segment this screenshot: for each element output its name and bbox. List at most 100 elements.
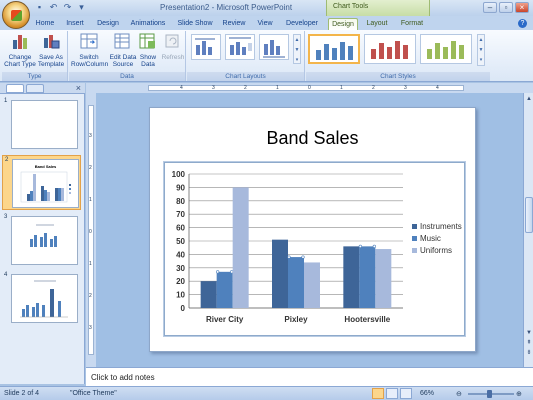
switch-row-column-button[interactable]: Switch Row/Column	[71, 32, 108, 68]
zoom-in-icon[interactable]: ⊕	[516, 390, 522, 398]
group-label-data: Data	[69, 72, 185, 81]
selection-handle	[358, 244, 362, 248]
chart-layout-3[interactable]	[259, 34, 289, 60]
next-slide-icon[interactable]: ⇟	[525, 349, 533, 357]
ruler-label: 1	[89, 197, 92, 203]
slide-thumbnail-4[interactable]: 4	[2, 271, 81, 326]
slide-show-button[interactable]	[400, 388, 412, 399]
chart-layouts-scroll[interactable]: ▲ ▼ ▾	[293, 34, 301, 64]
slides-tab[interactable]	[6, 84, 24, 93]
tab-design[interactable]: Design	[94, 18, 122, 30]
bar-music	[359, 246, 376, 308]
tab-chart-layout[interactable]: Layout	[364, 18, 390, 30]
ruler-label: 3	[404, 85, 407, 91]
chart-layout-2-icon	[229, 37, 252, 55]
scroll-up-icon[interactable]: ▲	[525, 95, 533, 103]
ruler-label: 3	[212, 85, 215, 91]
office-button[interactable]	[2, 1, 30, 29]
ribbon-group-chart-layouts: ▲ ▼ ▾ Chart Layouts	[187, 31, 305, 81]
maximize-button[interactable]: ▫	[499, 2, 513, 13]
ruler-label: 2	[372, 85, 375, 91]
slide-title[interactable]: Band Sales	[150, 128, 475, 149]
bar-music	[216, 271, 233, 308]
ribbon: Change Chart Type Save As Template Type …	[0, 30, 533, 82]
tab-view[interactable]: View	[254, 18, 276, 30]
tab-insert[interactable]: Insert	[62, 18, 88, 30]
ruler-label: 2	[89, 293, 92, 299]
bar-chart: 0 10 20 30 40 50 60 70 80 90 100 River City Pixley Ho…	[172, 170, 462, 324]
tab-developer[interactable]: Developer	[284, 18, 320, 30]
slide-preview	[11, 100, 78, 149]
change-chart-type-label-2: Chart Type	[4, 61, 36, 68]
outline-tab[interactable]	[26, 84, 44, 93]
ribbon-tab-bar: Home Insert Design Animations Slide Show…	[0, 16, 533, 30]
y-tick-label: 60	[176, 224, 185, 233]
tab-review[interactable]: Review	[220, 18, 248, 30]
edit-data-source-icon	[114, 33, 130, 49]
ruler-label: 3	[89, 325, 92, 331]
chart-layout-2[interactable]	[225, 34, 255, 60]
close-button[interactable]: ×	[515, 2, 529, 13]
ruler-label: 4	[436, 85, 439, 91]
legend-swatch	[412, 248, 417, 253]
refresh-data-button[interactable]: Refresh	[161, 32, 185, 61]
bar-instruments	[343, 246, 360, 308]
scrollbar-thumb[interactable]	[525, 197, 533, 233]
chart-style-blue[interactable]	[308, 34, 360, 64]
y-tick-label: 100	[172, 170, 186, 179]
tab-chart-format[interactable]: Format	[398, 18, 426, 30]
show-data-label-1: Show	[139, 54, 157, 61]
horizontal-ruler: 4 3 2 1 0 1 2 3 4	[86, 83, 533, 93]
y-tick-label: 80	[176, 197, 185, 206]
ruler-label: 0	[89, 229, 92, 235]
zoom-out-icon[interactable]: ⊖	[456, 390, 462, 398]
slide-preview	[11, 216, 78, 265]
tab-chart-design[interactable]: Design	[328, 18, 358, 30]
save-icon[interactable]: ▪	[34, 2, 45, 13]
chart-object[interactable]: 0 10 20 30 40 50 60 70 80 90 100 River City Pixley Ho…	[163, 161, 466, 337]
tab-slide-show[interactable]: Slide Show	[176, 18, 214, 30]
chart-layout-1[interactable]	[191, 34, 221, 60]
chart-style-green-icon	[427, 41, 464, 59]
bar-instruments	[272, 239, 288, 308]
slide-thumbnail-3[interactable]: 3	[2, 213, 81, 268]
save-template-label-2: Template	[37, 61, 65, 68]
bar-music	[288, 257, 304, 308]
scroll-down-icon[interactable]: ▼	[525, 329, 533, 337]
selection-handle	[301, 255, 305, 259]
tab-animations[interactable]: Animations	[128, 18, 168, 30]
edit-data-source-label-2: Source	[112, 61, 134, 68]
redo-icon[interactable]: ↷	[62, 2, 73, 13]
x-category-label: River City	[206, 315, 244, 324]
customize-toolbar-icon[interactable]: ▾	[76, 2, 87, 13]
previous-slide-icon[interactable]: ⇞	[525, 339, 533, 347]
undo-icon[interactable]: ↶	[48, 2, 59, 13]
zoom-level[interactable]: 66%	[420, 390, 434, 397]
slide-thumbnail-2[interactable]: 2 Band Sales	[2, 155, 81, 210]
slide-canvas[interactable]: Band Sales 0 10 20 30 40 50 60 70 80 90 100 River C…	[149, 107, 476, 352]
change-chart-type-label-1: Change	[8, 54, 32, 61]
chart-styles-scroll[interactable]: ▲ ▼ ▾	[477, 34, 485, 66]
change-chart-type-button[interactable]: Change Chart Type	[4, 32, 36, 68]
show-data-button[interactable]: Show Data	[137, 32, 159, 68]
vertical-scrollbar[interactable]: ▲ ▼ ⇞ ⇟	[523, 93, 533, 367]
close-pane-icon[interactable]: ×	[76, 83, 81, 93]
tab-home[interactable]: Home	[32, 18, 58, 30]
pane-tabs: ×	[0, 83, 85, 94]
save-as-template-button[interactable]: Save As Template	[36, 32, 66, 68]
chart-style-red[interactable]	[364, 34, 416, 64]
chart-style-red-icon	[371, 41, 408, 59]
edit-data-source-button[interactable]: Edit Data Source	[109, 32, 137, 68]
minimize-button[interactable]: –	[483, 2, 497, 13]
notes-pane[interactable]: Click to add notes	[86, 367, 533, 386]
zoom-slider-thumb[interactable]	[487, 390, 492, 398]
ruler-label: 0	[308, 85, 311, 91]
chart-style-green[interactable]	[420, 34, 472, 64]
ribbon-group-data: Switch Row/Column Edit Data Source Show …	[69, 31, 186, 81]
help-icon[interactable]: ?	[518, 19, 527, 28]
group-label-type: Type	[2, 72, 67, 81]
slide-thumbnail-1[interactable]: 1	[2, 97, 81, 152]
slide-sorter-button[interactable]	[386, 388, 398, 399]
ruler-band	[148, 85, 464, 91]
normal-view-button[interactable]	[372, 388, 384, 399]
